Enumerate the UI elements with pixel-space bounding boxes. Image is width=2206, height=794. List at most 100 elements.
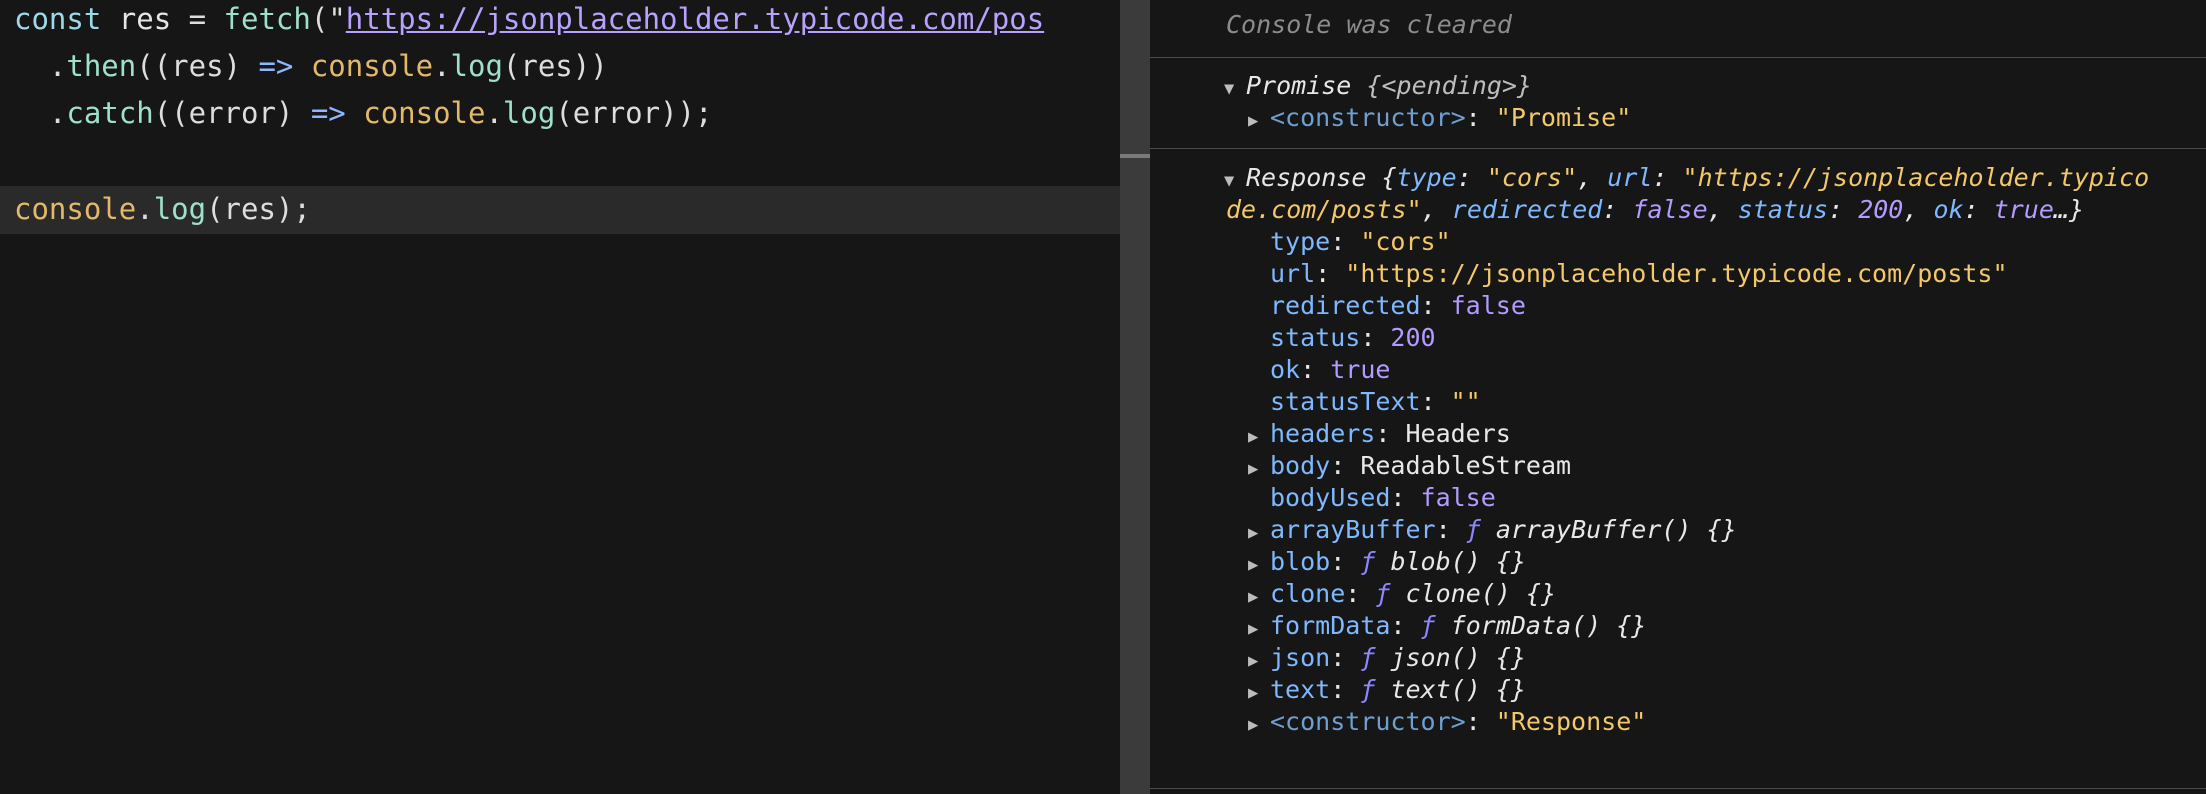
prop-value: "Response" <box>1495 707 1647 736</box>
promise-state: {<pending>} <box>1366 71 1532 100</box>
collapsed-triangle-icon[interactable]: ▶ <box>1248 549 1270 581</box>
prop-value: arrayBuffer() {} <box>1495 515 1737 544</box>
prop-value: text() {} <box>1390 675 1526 704</box>
console-panel[interactable]: Console was cleared ▼ Promise {<pending>}… <box>1150 0 2206 794</box>
prop-row-url: url: "https://jsonplaceholder.typicode.c… <box>1270 259 2008 288</box>
prop-row-arrayBuffer[interactable]: ▶ arrayBuffer: ƒ arrayBuffer() {} <box>1248 514 1737 546</box>
method-log: log <box>153 192 207 226</box>
console-cleared-message: Console was cleared <box>1226 10 1512 39</box>
prop-row-blob[interactable]: ▶ blob: ƒ blob() {} <box>1248 546 1526 578</box>
function-symbol-icon: ƒ <box>1360 643 1376 672</box>
prop-key: status <box>1270 323 1361 352</box>
prop-key: <constructor> <box>1270 707 1466 736</box>
prop-key: formData <box>1270 611 1391 640</box>
prop-row-type: type: "cors" <box>1270 227 1451 256</box>
collapsed-triangle-icon[interactable]: ▶ <box>1248 613 1270 645</box>
collapsed-triangle-icon[interactable]: ▶ <box>1248 645 1270 677</box>
prop-value: 200 <box>1858 195 1904 224</box>
console-separator <box>1150 788 2206 789</box>
prop-row-headers[interactable]: ▶ headers: Headers <box>1248 418 1511 450</box>
collapsed-triangle-icon[interactable]: ▶ <box>1248 453 1270 485</box>
dot: . <box>433 49 451 83</box>
arrow-operator: => <box>258 49 294 83</box>
code-line-2[interactable]: .then((res) => console.log(res)) <box>14 43 608 90</box>
code-line-5[interactable]: console.log(res); <box>14 186 311 233</box>
args: (error)); <box>555 96 713 130</box>
scrollbar-thumb[interactable] <box>1120 154 1150 158</box>
prop-value: blob() {} <box>1390 547 1526 576</box>
promise-constructor-row[interactable]: ▶ <constructor>: "Promise" <box>1248 102 1631 134</box>
prop-value: ReadableStream <box>1360 451 1572 480</box>
function-symbol-icon: ƒ <box>1465 515 1481 544</box>
prop-key: status <box>1737 195 1829 224</box>
url-link[interactable]: https://jsonplaceholder.typicode.com/pos <box>346 2 1044 36</box>
prop-row-formData[interactable]: ▶ formData: ƒ formData() {} <box>1248 610 1646 642</box>
prop-value: "cors" <box>1360 227 1451 256</box>
prop-value: "https://jsonplaceholder.typicode.com/po… <box>1345 259 2008 288</box>
prop-key: type <box>1270 227 1331 256</box>
prop-key: headers <box>1270 419 1376 448</box>
prop-row-statusText: statusText: "" <box>1270 387 1481 416</box>
prop-key: ok <box>1933 195 1964 224</box>
response-entry[interactable]: ▼ Response {type: "cors", url: "https://j… <box>1224 162 2149 194</box>
prop-value: clone() {} <box>1405 579 1557 608</box>
console-separator <box>1150 57 2206 58</box>
prop-row-constructor[interactable]: ▶ <constructor>: "Response" <box>1248 706 1646 738</box>
dot: . <box>485 96 503 130</box>
prop-value: false <box>1420 483 1496 512</box>
prop-row-clone[interactable]: ▶ clone: ƒ clone() {} <box>1248 578 1556 610</box>
expanded-triangle-icon[interactable]: ▼ <box>1224 73 1246 105</box>
prop-key: statusText <box>1270 387 1421 416</box>
collapsed-triangle-icon[interactable]: ▶ <box>1248 105 1270 137</box>
collapsed-triangle-icon[interactable]: ▶ <box>1248 677 1270 709</box>
prop-row-body[interactable]: ▶ body: ReadableStream <box>1248 450 1571 482</box>
prop-key: url <box>1270 259 1316 288</box>
code-editor[interactable]: const res = fetch("https://jsonplacehold… <box>0 0 1120 794</box>
prop-row-status: status: 200 <box>1270 323 1436 352</box>
open-paren-quote: (" <box>310 2 346 36</box>
ellipsis: …} <box>2053 195 2085 224</box>
promise-entry[interactable]: ▼ Promise {<pending>} <box>1224 70 1532 102</box>
prop-key: url <box>1607 163 1653 192</box>
collapsed-triangle-icon[interactable]: ▶ <box>1248 581 1270 613</box>
collapsed-triangle-icon[interactable]: ▶ <box>1248 517 1270 549</box>
prop-value: true <box>1330 355 1391 384</box>
prop-value: Headers <box>1405 419 1511 448</box>
prop-row-redirected: redirected: false <box>1270 291 1526 320</box>
args: (res)) <box>502 49 608 83</box>
prop-key: bodyUsed <box>1270 483 1391 512</box>
prop-value: "cors" <box>1486 163 1578 192</box>
params: ((res) <box>136 49 259 83</box>
function-symbol-icon: ƒ <box>1360 547 1376 576</box>
promise-label: Promise <box>1246 71 1367 100</box>
code-line-1[interactable]: const res = fetch("https://jsonplacehold… <box>14 0 1044 43</box>
console-object: console <box>363 96 486 130</box>
prop-value: false <box>1632 195 1708 224</box>
prop-value: de.com/posts" <box>1226 195 1422 224</box>
args: (res); <box>206 192 311 226</box>
function-symbol-icon: ƒ <box>1375 579 1391 608</box>
prop-value: json() {} <box>1390 643 1526 672</box>
collapsed-triangle-icon[interactable]: ▶ <box>1248 709 1270 741</box>
method-then: then <box>66 49 137 83</box>
code-line-3[interactable]: .catch((error) => console.log(error)); <box>14 90 713 137</box>
prop-value: "Promise" <box>1495 103 1632 132</box>
prop-key: redirected <box>1451 195 1603 224</box>
method-log: log <box>502 96 556 130</box>
response-entry-continued: de.com/posts", redirected: false, status… <box>1226 195 2085 224</box>
function-symbol-icon: ƒ <box>1360 675 1376 704</box>
prop-row-text[interactable]: ▶ text: ƒ text() {} <box>1248 674 1526 706</box>
operator-equals: = <box>188 2 224 36</box>
prop-value: true <box>1993 195 2054 224</box>
prop-key: blob <box>1270 547 1331 576</box>
indent-dot: . <box>14 49 67 83</box>
editor-scrollbar[interactable] <box>1120 0 1150 794</box>
indent-dot: . <box>14 96 67 130</box>
params: ((error) <box>153 96 311 130</box>
collapsed-triangle-icon[interactable]: ▶ <box>1248 421 1270 453</box>
prop-row-json[interactable]: ▶ json: ƒ json() {} <box>1248 642 1526 674</box>
function-fetch: fetch <box>223 2 311 36</box>
prop-key: <constructor> <box>1270 103 1466 132</box>
expanded-triangle-icon[interactable]: ▼ <box>1224 165 1246 197</box>
function-symbol-icon: ƒ <box>1420 611 1436 640</box>
